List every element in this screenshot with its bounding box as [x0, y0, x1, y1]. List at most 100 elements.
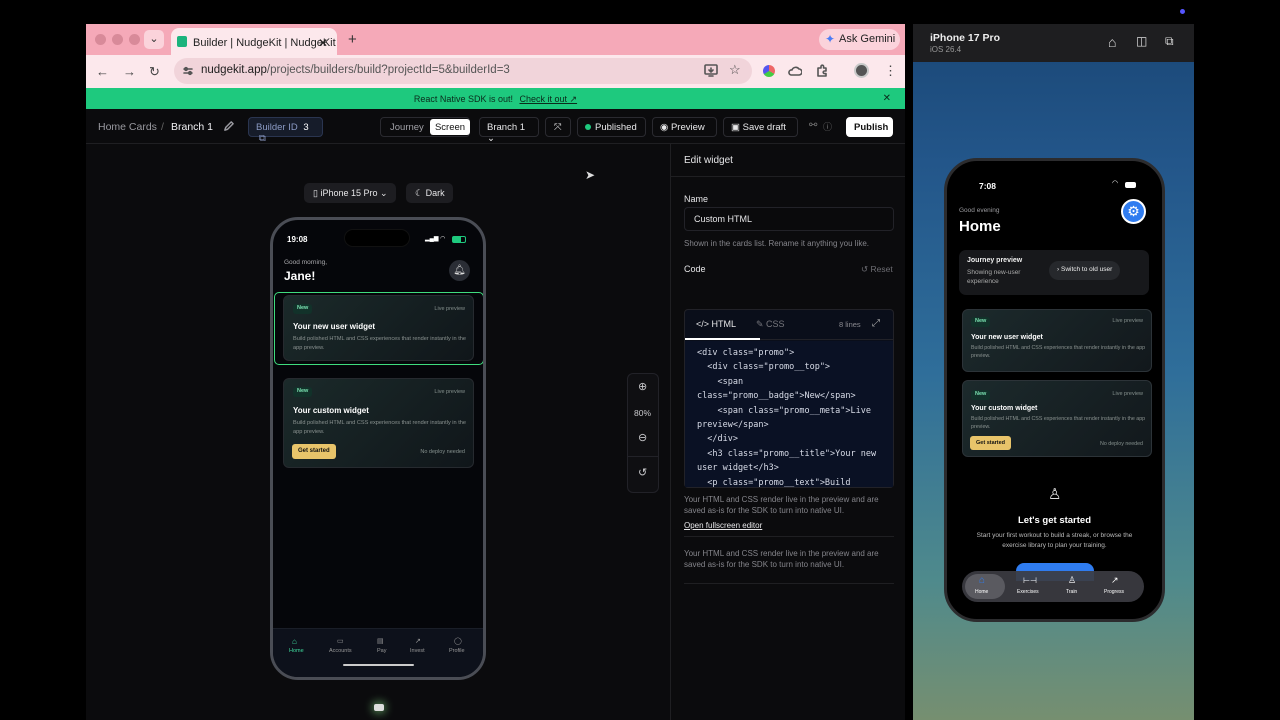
extension-color-icon[interactable]: [763, 65, 775, 77]
close-window-button[interactable]: [95, 34, 106, 45]
builder-id-label: Builder ID: [256, 122, 298, 133]
zoom-in-icon[interactable]: ⊕: [638, 380, 647, 393]
code-line: <div class="promo__top">: [697, 362, 831, 373]
site-settings-icon[interactable]: [182, 65, 194, 77]
tab-home[interactable]: Home: [975, 589, 988, 595]
accounts-icon: ▭: [337, 638, 344, 645]
branch-select-value: Branch 1: [487, 122, 526, 133]
nav-accounts[interactable]: Accounts: [329, 648, 352, 654]
card-text: Build polished HTML and CSS experiences …: [293, 336, 466, 351]
browser-tab[interactable]: Builder | NudgeKit | NudgeKit ✕: [171, 28, 337, 55]
publish-button[interactable]: Publish: [846, 117, 893, 137]
link-icon[interactable]: ⚯: [809, 120, 817, 131]
more-menu-icon[interactable]: ⋮: [884, 63, 897, 79]
minimize-window-button[interactable]: [112, 34, 123, 45]
panel-title: Edit widget: [684, 155, 733, 166]
train-figure-icon: ♙: [1068, 575, 1077, 585]
simulator-os-version: iOS 26.4: [930, 45, 962, 54]
code-line: <p class="promo__text">Build: [697, 477, 851, 487]
bottom-nav: ⌂ Home ▭ Accounts ▤ Pay ↗ Invest ◯ Profi…: [273, 628, 483, 677]
status-dot-icon: [585, 124, 591, 130]
widget-card[interactable]: New Live preview Your new user widget Bu…: [962, 309, 1152, 372]
nav-home[interactable]: Home: [289, 648, 304, 654]
person-figure-icon: ♙: [1048, 486, 1062, 503]
preview-button[interactable]: ◉ Preview: [652, 117, 717, 137]
theme-toggle[interactable]: ☾ Dark: [406, 183, 453, 203]
banner-link[interactable]: Check it out ↗: [519, 94, 577, 104]
empty-state-text: Start your first workout to build a stre…: [976, 532, 1133, 549]
code-icon: </>: [696, 319, 712, 329]
eye-icon: ◉: [660, 122, 671, 133]
install-app-icon[interactable]: [704, 64, 718, 77]
back-icon[interactable]: ←: [96, 64, 109, 79]
switch-user-button[interactable]: › Switch to old user: [1049, 261, 1121, 280]
nav-profile[interactable]: Profile: [449, 648, 465, 654]
code-line: <span class="promo__meta">Live: [697, 405, 871, 416]
published-status[interactable]: Published: [577, 117, 646, 137]
copy-icon[interactable]: ⧉: [259, 133, 266, 144]
rotate-icon[interactable]: ⧉: [1165, 34, 1174, 49]
ask-gemini-button[interactable]: ✦ Ask Gemini: [819, 29, 900, 50]
profile-avatar[interactable]: [854, 63, 869, 78]
maximize-window-button[interactable]: [129, 34, 140, 45]
chevron-down-icon: ⌄: [487, 133, 495, 144]
tab-exercises[interactable]: Exercises: [1017, 589, 1039, 595]
code-line: class="promo__badge">New</span>: [697, 391, 856, 402]
settings-gear-icon[interactable]: ⚙: [1121, 199, 1146, 224]
breadcrumb-current: Branch 1: [171, 121, 214, 133]
tab-css[interactable]: ✎ CSS: [756, 319, 785, 330]
tab-progress[interactable]: Progress: [1104, 589, 1124, 595]
card-title: Your custom widget: [971, 405, 1038, 412]
nav-pay[interactable]: Pay: [377, 648, 386, 654]
save-draft-label: Save draft: [742, 122, 786, 133]
address-bar[interactable]: nudgekit.app/projects/builders/build?pro…: [174, 58, 752, 84]
tab-journey[interactable]: Journey: [390, 122, 424, 133]
reset-button[interactable]: ↺ Reset: [861, 264, 893, 275]
reset-zoom-icon[interactable]: ↺: [638, 466, 647, 479]
banner-text: React Native SDK is out!: [413, 94, 513, 104]
zoom-level: 80%: [634, 408, 652, 418]
nav-invest[interactable]: Invest: [410, 648, 425, 654]
name-input[interactable]: [684, 207, 894, 231]
code-help-text: Your HTML and CSS render live in the pre…: [684, 495, 879, 515]
reload-icon[interactable]: ↻: [149, 64, 160, 80]
save-draft-button[interactable]: ▣ Save draft: [723, 117, 798, 137]
screenshot-icon[interactable]: ◫: [1136, 34, 1147, 48]
phone-preview: 19:08 ▂▄▆ ◠ Good morning, Jane! 🔔︎ New L…: [270, 217, 486, 680]
fullscreen-editor-link[interactable]: Open fullscreen editor: [684, 521, 762, 530]
bookmark-star-icon[interactable]: ☆: [729, 62, 741, 78]
fit-screen-button[interactable]: ⤧: [545, 117, 571, 137]
get-started-button[interactable]: Get started: [292, 444, 336, 459]
cloud-icon[interactable]: [788, 64, 802, 78]
forward-icon[interactable]: →: [123, 64, 136, 79]
branch-select[interactable]: Branch 1 ⌄: [479, 117, 539, 144]
widget-card[interactable]: New Live preview Your custom widget Buil…: [283, 378, 474, 468]
close-tab-icon[interactable]: ✕: [318, 36, 328, 50]
tab-screen[interactable]: Screen: [430, 119, 470, 135]
get-started-button[interactable]: Get started: [970, 436, 1012, 450]
breadcrumb-parent[interactable]: Home Cards: [98, 121, 157, 133]
tab-search-button[interactable]: ⌄: [144, 30, 164, 49]
home-button-icon[interactable]: ⌂: [1108, 34, 1116, 50]
live-preview-label: Live preview: [1112, 391, 1143, 397]
tab-train[interactable]: Train: [1066, 589, 1077, 595]
invest-icon: ↗: [415, 638, 421, 645]
code-textarea[interactable]: <div class="promo"> <div class="promo__t…: [685, 341, 893, 487]
device-select[interactable]: ▯ iPhone 15 Pro ⌄: [304, 183, 396, 203]
chart-icon: ↗: [1111, 575, 1119, 585]
tab-html[interactable]: </> HTML: [696, 319, 736, 329]
info-icon[interactable]: ⓘ: [823, 120, 832, 133]
new-tab-button[interactable]: +: [348, 31, 357, 48]
widget-card[interactable]: New Live preview Your new user widget Bu…: [283, 295, 474, 361]
builder-id-chip[interactable]: Builder ID 3 ⧉: [248, 117, 323, 144]
expand-icon[interactable]: ⤢: [872, 318, 880, 329]
edit-pencil-icon[interactable]: [223, 121, 234, 132]
zoom-out-icon[interactable]: ⊖: [638, 431, 647, 444]
bell-icon[interactable]: 🔔︎: [449, 260, 470, 281]
close-banner-icon[interactable]: ✕: [883, 93, 891, 104]
puzzle-extensions-icon[interactable]: [815, 64, 829, 78]
widget-card[interactable]: New Live preview Your custom widget Buil…: [962, 380, 1152, 457]
new-badge: New: [293, 304, 313, 314]
nudgekit-favicon-icon: [177, 36, 187, 47]
mouse-cursor-icon: ➤: [585, 168, 596, 182]
